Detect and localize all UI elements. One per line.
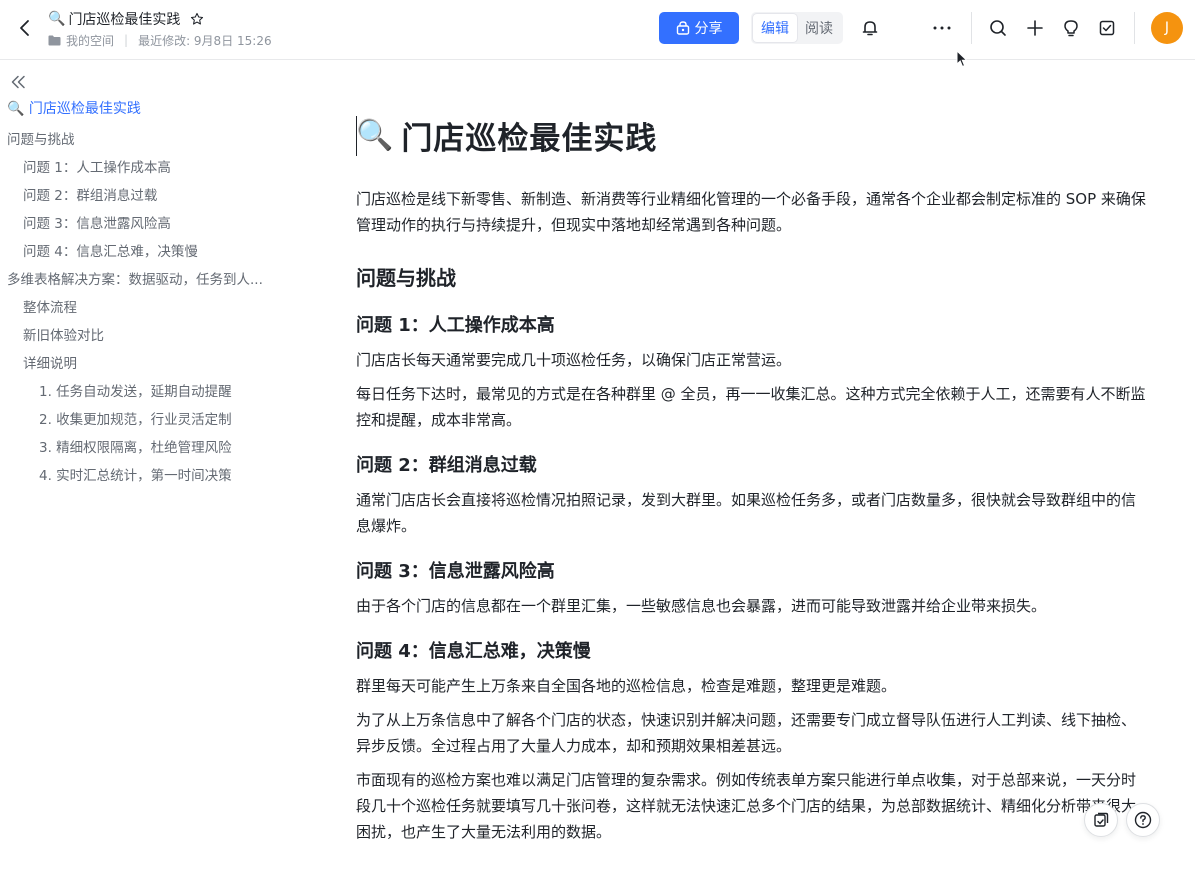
- outline-item[interactable]: 问题 2：群组消息过载: [0, 182, 290, 210]
- intro-paragraph: 门店巡检是线下新零售、新制造、新消费等行业精细化管理的一个必备手段，通常各个企业…: [356, 190, 1146, 234]
- outline-item[interactable]: 整体流程: [0, 294, 290, 322]
- search-button[interactable]: [984, 14, 1012, 42]
- toolbar-divider: [971, 12, 972, 44]
- paragraph: 由于各个门店的信息都在一个群里汇集，一些敏感信息也会暴露，进而可能导致泄露并给企…: [356, 597, 1047, 615]
- search-icon: [990, 20, 1006, 36]
- outline-item[interactable]: 新旧体验对比: [0, 322, 290, 350]
- bell-icon: [862, 21, 878, 36]
- problem-2-heading: 问题 2：群组消息过载: [356, 455, 537, 476]
- checkbox-icon: [1099, 20, 1115, 36]
- doc-heading-text: 门店巡检最佳实践: [401, 120, 658, 157]
- doc-title[interactable]: 门店巡检最佳实践: [68, 9, 180, 29]
- problem-1-heading: 问题 1：人工操作成本高: [356, 315, 555, 336]
- toolbar-divider: [1134, 12, 1135, 44]
- doc-heading-emoji: 🔍: [356, 117, 394, 153]
- outline-item[interactable]: 2. 收集更加规范，行业灵活定制: [0, 406, 290, 434]
- template-button[interactable]: [1084, 803, 1118, 837]
- outline-item[interactable]: 1. 任务自动发送，延期自动提醒: [0, 378, 290, 406]
- outline-item[interactable]: 问题与挑战: [0, 126, 290, 154]
- more-dots-icon: [933, 26, 951, 30]
- problem-3-heading: 问题 3：信息泄露风险高: [356, 561, 555, 582]
- more-button[interactable]: [928, 14, 956, 42]
- outline-item[interactable]: 问题 1：人工操作成本高: [0, 154, 290, 182]
- chevron-left-icon: [20, 20, 29, 36]
- add-button[interactable]: [1021, 14, 1049, 42]
- paragraph: 门店店长每天通常要完成几十项巡检任务，以确保门店正常营运。: [356, 351, 792, 369]
- collapse-outline-button[interactable]: [8, 72, 28, 92]
- plus-icon: [1027, 20, 1043, 36]
- meta-separator: |: [124, 33, 129, 47]
- section-heading: 问题与挑战: [356, 266, 456, 290]
- help-button[interactable]: [1126, 803, 1160, 837]
- lock-share-icon: [676, 21, 689, 35]
- question-circle-icon: [1134, 811, 1152, 829]
- outline-item[interactable]: 多维表格解决方案：数据驱动，任务到人...: [0, 266, 290, 294]
- double-chevron-left-icon: [11, 75, 25, 89]
- task-button[interactable]: [1093, 14, 1121, 42]
- outline-item[interactable]: 4. 实时汇总统计，第一时间决策: [0, 462, 290, 490]
- last-modified: 最近修改: 9月8日 15:26: [138, 33, 272, 48]
- paragraph: 群里每天可能产生上万条来自全国各地的巡检信息，检查是难题，整理更是难题。: [356, 677, 897, 695]
- doc-meta: 我的空间 | 最近修改: 9月8日 15:26: [48, 31, 272, 49]
- mode-read-tab[interactable]: 阅读: [797, 14, 841, 42]
- outline-item[interactable]: 问题 4：信息汇总难，决策慢: [0, 238, 290, 266]
- star-icon[interactable]: [190, 12, 204, 26]
- paragraph: 为了从上万条信息中了解各个门店的状态，快速识别并解决问题，还需要专门成立督导队伍…: [356, 711, 1137, 755]
- outline-item[interactable]: 详细说明: [0, 350, 290, 378]
- top-bar: 🔍 门店巡检最佳实践 我的空间 | 最近修改: 9月8日 15:26 分享 编辑…: [0, 0, 1195, 60]
- mode-toggle: 编辑 阅读: [751, 12, 843, 44]
- document-stack-icon: [1094, 812, 1109, 827]
- lightbulb-icon: [1064, 20, 1078, 37]
- doc-heading: 🔍 门店巡检最佳实践: [356, 112, 1146, 158]
- share-button[interactable]: 分享: [659, 12, 739, 44]
- doc-title-area: 🔍 门店巡检最佳实践 我的空间 | 最近修改: 9月8日 15:26: [48, 9, 272, 49]
- outline-item[interactable]: 3. 精细权限隔离，杜绝管理风险: [0, 434, 290, 462]
- text-caret: [356, 116, 357, 156]
- outline-item[interactable]: 🔍 门店巡检最佳实践: [0, 96, 290, 126]
- doc-content[interactable]: 🔍 门店巡检最佳实践 门店巡检是线下新零售、新制造、新消费等行业精细化管理的一个…: [356, 112, 1146, 845]
- doc-location[interactable]: 我的空间: [66, 32, 114, 49]
- notification-button[interactable]: [856, 14, 884, 42]
- mode-edit-tab[interactable]: 编辑: [753, 14, 797, 42]
- paragraph: 通常门店店长会直接将巡检情况拍照记录，发到大群里。如果巡检任务多，或者门店数量多…: [356, 491, 1137, 535]
- doc-emoji: 🔍: [48, 11, 66, 27]
- user-avatar[interactable]: J: [1151, 12, 1183, 44]
- idea-button[interactable]: [1057, 14, 1085, 42]
- outline-item[interactable]: 问题 3：信息泄露风险高: [0, 210, 290, 238]
- folder-icon: [48, 35, 61, 46]
- outline-sidebar: 🔍 门店巡检最佳实践 问题与挑战 问题 1：人工操作成本高 问题 2：群组消息过…: [0, 96, 290, 490]
- paragraph: 每日任务下达时，最常见的方式是在各种群里 @ 全员，再一一收集汇总。这种方式完全…: [356, 385, 1146, 429]
- problem-4-heading: 问题 4：信息汇总难，决策慢: [356, 641, 591, 662]
- share-label: 分享: [694, 21, 723, 37]
- back-button[interactable]: [12, 14, 36, 42]
- mouse-cursor-icon: [956, 50, 968, 68]
- paragraph: 市面现有的巡检方案也难以满足门店管理的复杂需求。例如传统表单方案只能进行单点收集…: [356, 771, 1137, 841]
